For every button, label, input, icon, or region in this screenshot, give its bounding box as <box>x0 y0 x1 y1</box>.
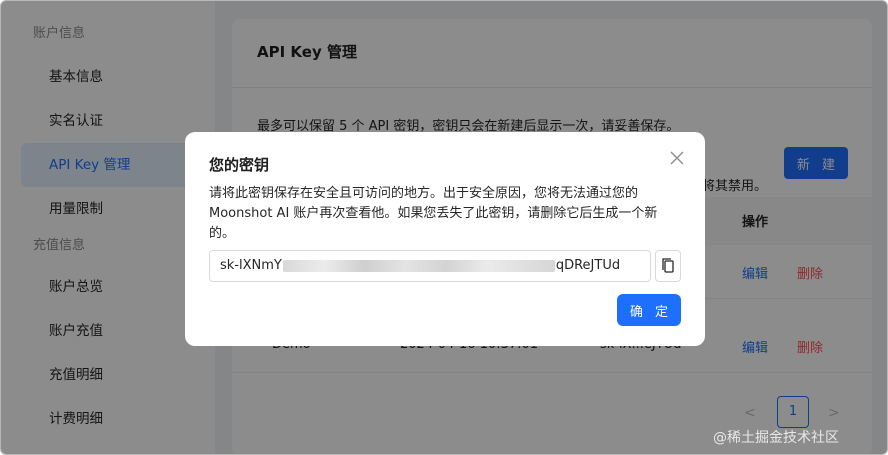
secret-key-prefix: sk-lXNmY <box>220 258 282 273</box>
secret-key-blur <box>282 259 555 272</box>
copy-icon <box>662 258 674 273</box>
modal-message: 请将此密钥保存在安全且可访问的地方。出于安全原因，您将无法通过您的 Moonsh… <box>209 186 658 241</box>
secret-key-modal: 您的密钥 请将此密钥保存在安全且可访问的地方。出于安全原因，您将无法通过您的 M… <box>185 132 705 346</box>
secret-key-suffix: qDReJTUd <box>555 258 621 273</box>
confirm-button[interactable]: 确 定 <box>617 294 681 326</box>
app-window: 账户信息 基本信息 实名认证 API Key 管理 用量限制 充值信息 账户总览… <box>0 0 888 455</box>
copy-button[interactable] <box>655 250 681 282</box>
watermark: @稀土掘金技术社区 <box>713 430 839 446</box>
close-icon[interactable] <box>667 150 687 170</box>
modal-title: 您的密钥 <box>209 156 270 174</box>
secret-key-field[interactable]: sk-lXNmY qDReJTUd <box>209 250 651 282</box>
close-icon-glyph <box>670 151 684 165</box>
